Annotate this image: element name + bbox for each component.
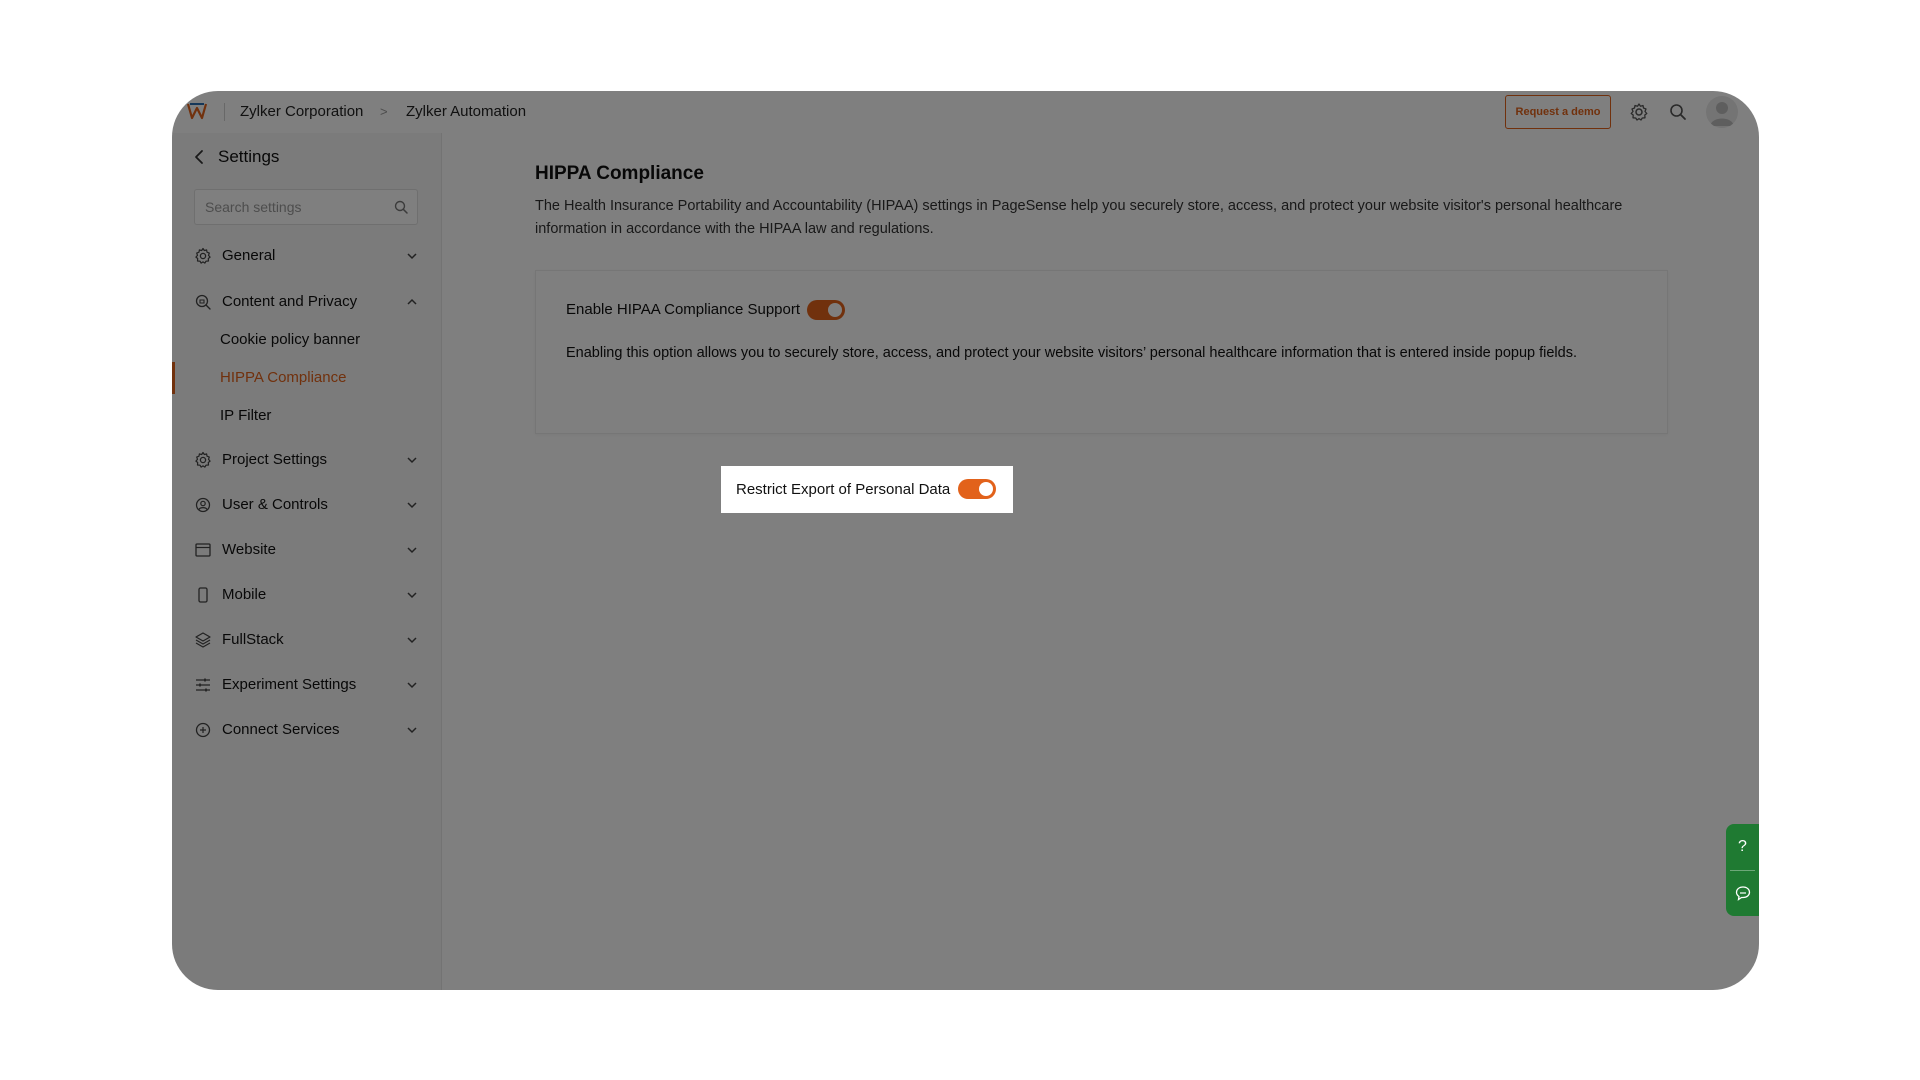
gear-icon bbox=[195, 247, 211, 264]
request-demo-button[interactable]: Request a demo bbox=[1505, 95, 1611, 129]
sidebar-item-label: Experiment Settings bbox=[222, 676, 357, 693]
chevron-down-icon bbox=[407, 457, 417, 464]
chevron-down-icon bbox=[407, 547, 417, 554]
sidebar-subitem-cookie-policy-banner[interactable]: Cookie policy banner bbox=[172, 322, 442, 358]
settings-search[interactable] bbox=[194, 189, 418, 225]
enable-hipaa-description: Enabling this option allows you to secur… bbox=[566, 345, 1577, 361]
toggle-knob bbox=[979, 482, 993, 496]
enable-hipaa-toggle[interactable] bbox=[807, 300, 845, 320]
app-window: Zylker Corporation > Zylker Automation R… bbox=[172, 91, 1759, 990]
breadcrumb-project[interactable]: Zylker Automation bbox=[406, 91, 526, 133]
sidebar-item-connect-services[interactable]: Connect Services bbox=[172, 711, 442, 749]
connect-icon bbox=[195, 722, 211, 738]
sidebar-item-label: General bbox=[222, 247, 276, 264]
sidebar-item-general[interactable]: General bbox=[172, 237, 442, 275]
divider bbox=[224, 103, 225, 121]
main-content: HIPPA Compliance The Health Insurance Po… bbox=[443, 133, 1759, 990]
privacy-icon bbox=[195, 294, 211, 310]
page-title: HIPPA Compliance bbox=[535, 163, 704, 184]
settings-icon[interactable] bbox=[1629, 102, 1649, 122]
user-avatar-icon bbox=[1710, 102, 1734, 126]
top-bar: Zylker Corporation > Zylker Automation R… bbox=[172, 91, 1759, 133]
enable-hipaa-label: Enable HIPAA Compliance Support bbox=[566, 301, 801, 318]
gear-icon bbox=[195, 451, 211, 468]
restrict-export-toggle[interactable] bbox=[958, 479, 996, 499]
chevron-down-icon bbox=[407, 682, 417, 689]
sidebar-subitem-hippa-compliance[interactable]: HIPPA Compliance bbox=[172, 360, 442, 396]
user-gear-icon bbox=[195, 497, 211, 513]
toggle-knob bbox=[828, 303, 842, 317]
search-input[interactable] bbox=[205, 190, 385, 224]
breadcrumb-separator: > bbox=[380, 104, 388, 119]
sidebar-subitem-ip-filter[interactable]: IP Filter bbox=[172, 398, 442, 434]
sidebar-item-label: Connect Services bbox=[222, 721, 340, 738]
restrict-export-spotlight: Restrict Export of Personal Data bbox=[721, 466, 1013, 513]
chevron-down-icon bbox=[407, 637, 417, 644]
hipaa-settings-card: Enable HIPAA Compliance Support Enabling… bbox=[535, 270, 1668, 434]
settings-sidebar: Settings General Content and Pr bbox=[172, 133, 442, 990]
chevron-down-icon bbox=[407, 502, 417, 509]
sidebar-item-label: FullStack bbox=[222, 631, 284, 648]
breadcrumb-organization[interactable]: Zylker Corporation bbox=[240, 91, 363, 133]
sidebar-item-experiment-settings[interactable]: Experiment Settings bbox=[172, 666, 442, 704]
app-logo[interactable] bbox=[186, 101, 208, 121]
sidebar-item-label: Content and Privacy bbox=[222, 293, 358, 310]
sidebar-item-mobile[interactable]: Mobile bbox=[172, 576, 442, 614]
help-dock: ? bbox=[1726, 824, 1759, 916]
sidebar-item-label: User & Controls bbox=[222, 496, 328, 513]
sidebar-item-fullstack[interactable]: FullStack bbox=[172, 621, 442, 659]
sidebar-item-project-settings[interactable]: Project Settings bbox=[172, 441, 442, 479]
sidebar-item-label: Website bbox=[222, 541, 276, 558]
mobile-icon bbox=[198, 587, 208, 603]
restrict-export-label: Restrict Export of Personal Data bbox=[736, 481, 951, 498]
chevron-down-icon bbox=[407, 253, 417, 260]
layers-icon bbox=[195, 632, 211, 648]
active-indicator bbox=[172, 362, 175, 394]
sidebar-item-label: Project Settings bbox=[222, 451, 328, 468]
sliders-icon bbox=[196, 678, 210, 692]
sidebar-subitem-label: Cookie policy banner bbox=[220, 331, 361, 348]
page-description: The Health Insurance Portability and Acc… bbox=[535, 198, 1623, 237]
avatar[interactable] bbox=[1706, 96, 1738, 128]
chevron-down-icon bbox=[407, 727, 417, 734]
sidebar-subitem-label: IP Filter bbox=[220, 407, 272, 424]
sidebar-item-label: Mobile bbox=[222, 586, 267, 603]
back-arrow-icon[interactable] bbox=[192, 147, 206, 167]
sidebar-item-website[interactable]: Website bbox=[172, 531, 442, 569]
chat-button[interactable] bbox=[1726, 870, 1759, 916]
browser-window-icon bbox=[195, 543, 211, 557]
chat-icon bbox=[1735, 886, 1750, 901]
search-icon[interactable] bbox=[393, 199, 409, 215]
sidebar-title: Settings bbox=[218, 147, 280, 166]
chevron-up-icon bbox=[407, 298, 417, 305]
sidebar-item-content-and-privacy[interactable]: Content and Privacy bbox=[172, 283, 442, 321]
sidebar-subitem-label: HIPPA Compliance bbox=[220, 369, 347, 386]
sidebar-item-user-and-controls[interactable]: User & Controls bbox=[172, 486, 442, 524]
chevron-down-icon bbox=[407, 592, 417, 599]
search-icon[interactable] bbox=[1668, 102, 1688, 122]
help-button[interactable]: ? bbox=[1726, 824, 1759, 870]
question-icon: ? bbox=[1738, 838, 1747, 855]
